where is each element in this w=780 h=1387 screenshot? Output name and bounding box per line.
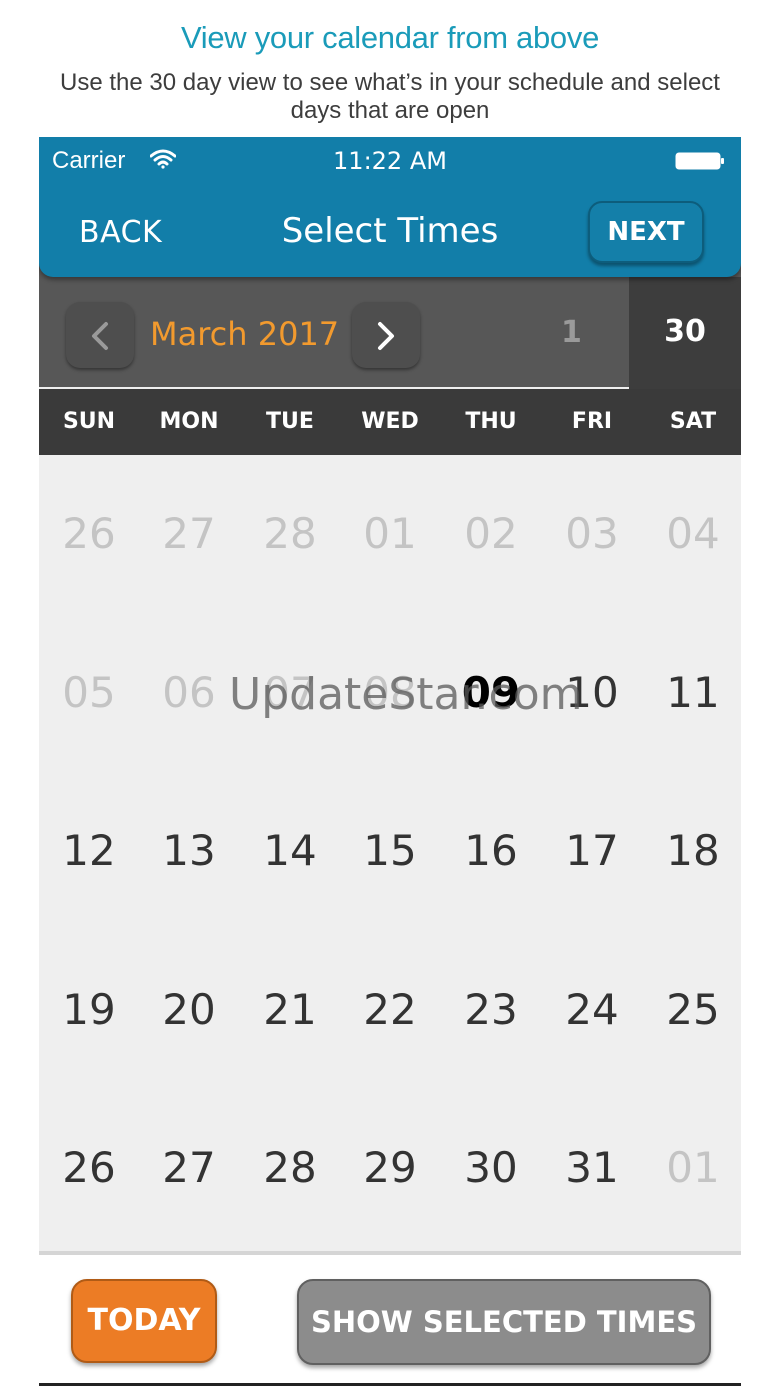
day-cell[interactable]: 18 <box>643 826 741 875</box>
weekday-wed: WED <box>361 409 419 434</box>
weekday-sat: SAT <box>669 409 717 434</box>
prev-month-button[interactable] <box>66 302 134 368</box>
day-cell[interactable]: 26 <box>39 509 139 558</box>
day-cell[interactable]: 28 <box>240 509 340 558</box>
next-month-button[interactable] <box>352 302 420 368</box>
month-label: March 2017 <box>150 315 340 353</box>
weekday-mon: MON <box>159 409 219 434</box>
day-cell[interactable]: 17 <box>542 826 642 875</box>
show-selected-times-button[interactable]: SHOW SELECTED TIMES <box>297 1279 711 1365</box>
day-cell[interactable]: 19 <box>39 985 139 1034</box>
day-cell[interactable]: 01 <box>643 1143 741 1192</box>
next-button[interactable]: NEXT <box>588 201 704 263</box>
status-time: 11:22 AM <box>333 147 447 175</box>
day-cell[interactable]: 31 <box>542 1143 642 1192</box>
day-cell[interactable]: 06 <box>139 668 239 717</box>
day-cell[interactable]: 28 <box>240 1143 340 1192</box>
chevron-left-icon <box>92 322 108 350</box>
divider <box>39 1383 741 1386</box>
day-cell[interactable]: 26 <box>39 1143 139 1192</box>
day-cell[interactable]: 22 <box>340 985 440 1034</box>
day-cell[interactable]: 01 <box>340 509 440 558</box>
view-1-day-button[interactable]: 1 <box>561 315 582 350</box>
today-button[interactable]: TODAY <box>71 1279 217 1363</box>
day-cell[interactable]: 24 <box>542 985 642 1034</box>
weekday-fri: FRI <box>571 409 613 434</box>
day-cell[interactable]: 23 <box>441 985 541 1034</box>
day-cell[interactable]: 29 <box>340 1143 440 1192</box>
day-cell[interactable]: 13 <box>139 826 239 875</box>
day-cell[interactable]: 25 <box>643 985 741 1034</box>
weekday-header: SUN MON TUE WED THU FRI SAT <box>39 389 741 455</box>
phone-screen: Carrier 11:22 AM BACK Select Times NEXT … <box>39 137 741 1387</box>
view-30-day-button[interactable]: 30 <box>629 277 741 389</box>
battery-icon <box>675 152 724 170</box>
day-cell[interactable]: 20 <box>139 985 239 1034</box>
day-cell[interactable]: 02 <box>441 509 541 558</box>
weekday-tue: TUE <box>266 409 314 434</box>
day-cell[interactable]: 11 <box>643 668 741 717</box>
promo-title: View your calendar from above <box>180 20 600 55</box>
app-header: Carrier 11:22 AM BACK Select Times NEXT <box>39 137 741 277</box>
chevron-right-icon <box>378 322 394 350</box>
weekday-thu: THU <box>465 409 517 434</box>
day-cell[interactable]: 27 <box>139 1143 239 1192</box>
day-cell[interactable]: 05 <box>39 668 139 717</box>
day-cell[interactable]: 30 <box>441 1143 541 1192</box>
day-cell[interactable]: 12 <box>39 826 139 875</box>
promo-subtitle: Use the 30 day view to see what’s in you… <box>60 69 720 124</box>
weekday-sun: SUN <box>62 409 116 434</box>
day-cell[interactable]: 15 <box>340 826 440 875</box>
watermark: UpdateStar.com <box>229 669 583 720</box>
day-cell[interactable]: 21 <box>240 985 340 1034</box>
day-cell[interactable]: 27 <box>139 509 239 558</box>
day-cell[interactable]: 04 <box>643 509 741 558</box>
day-cell[interactable]: 03 <box>542 509 642 558</box>
day-cell[interactable]: 14 <box>240 826 340 875</box>
day-cell[interactable]: 16 <box>441 826 541 875</box>
